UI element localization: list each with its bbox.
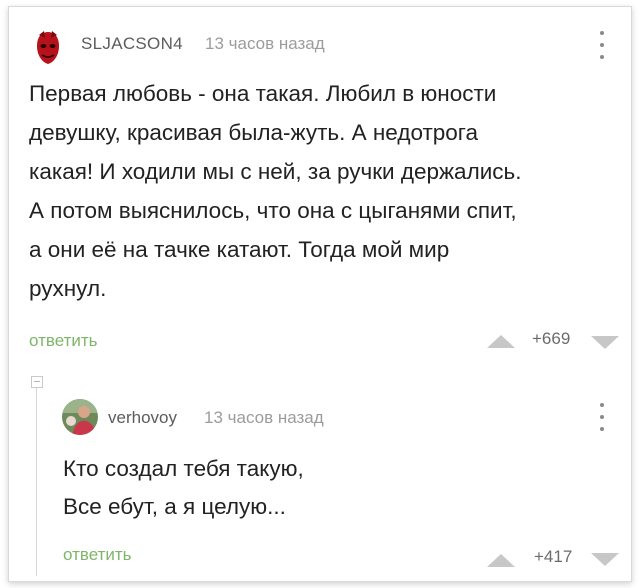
comment-rating: +669 bbox=[532, 329, 571, 348]
avatar[interactable] bbox=[62, 399, 98, 435]
downvote-arrow-icon[interactable] bbox=[591, 553, 619, 566]
comment-thread: SLJACSON4 13 часов назад Первая любовь -… bbox=[8, 6, 632, 582]
avatar[interactable] bbox=[29, 29, 67, 67]
reply-button[interactable]: ответить bbox=[63, 545, 132, 565]
comment-timestamp[interactable]: 13 часов назад bbox=[204, 408, 324, 428]
comment-timestamp[interactable]: 13 часов назад bbox=[205, 34, 325, 54]
comment-text: Кто создал тебя такую, Все ебут, а я цел… bbox=[63, 456, 304, 519]
more-options-icon[interactable] bbox=[598, 403, 606, 431]
collapse-thread-icon[interactable] bbox=[31, 376, 43, 388]
downvote-arrow-icon[interactable] bbox=[591, 336, 619, 349]
reply-button[interactable]: ответить bbox=[29, 331, 98, 351]
comment-username[interactable]: verhovoy bbox=[108, 408, 177, 428]
comment-text: Первая любовь - она такая. Любил в юност… bbox=[29, 81, 522, 301]
upvote-arrow-icon[interactable] bbox=[487, 335, 515, 348]
comment-username[interactable]: SLJACSON4 bbox=[81, 34, 183, 54]
more-options-icon[interactable] bbox=[598, 31, 606, 59]
thread-line[interactable] bbox=[36, 388, 37, 576]
comment-rating: +417 bbox=[534, 547, 573, 566]
upvote-arrow-icon[interactable] bbox=[487, 554, 515, 567]
